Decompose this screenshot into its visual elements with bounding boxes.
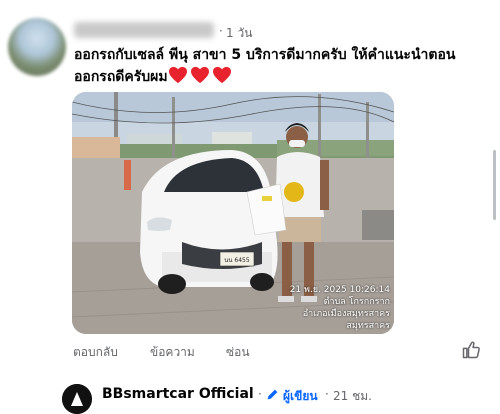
page-logo-icon xyxy=(62,384,92,414)
heart-icon xyxy=(190,66,209,84)
thumbs-up-icon[interactable] xyxy=(461,340,481,360)
comment-text-line2-wrap: ออกรถดีครับผม xyxy=(74,66,486,91)
heart-icon xyxy=(168,66,187,84)
separator-dot: · xyxy=(325,387,329,401)
separator-dot: · xyxy=(219,24,223,38)
reply-button[interactable]: ตอบกลับ xyxy=(73,343,118,362)
heart-emojis xyxy=(168,66,234,91)
reply-timestamp[interactable]: 21 ชม. xyxy=(333,387,372,406)
license-plate-text: นน 6455 xyxy=(224,257,250,264)
comment-text-line1: ออกรถกับเซลล์ พีนุ สาขา 5 บริการดีมากครั… xyxy=(74,47,456,63)
pen-icon xyxy=(267,389,278,400)
commenter-avatar[interactable] xyxy=(8,18,66,76)
photo-location-line3: สมุทรสาคร xyxy=(346,321,390,331)
commenter-name-blurred[interactable] xyxy=(74,22,214,38)
comment-text: ออกรถกับเซลล์ พีนุ สาขา 5 บริการดีมากครั… xyxy=(74,44,486,91)
comment-text-line2: ออกรถดีครับผม xyxy=(74,69,168,85)
comment-timestamp[interactable]: 1 วัน xyxy=(226,24,252,43)
heart-icon xyxy=(212,66,231,84)
message-button[interactable]: ข้อความ xyxy=(150,343,195,362)
separator-dot: · xyxy=(258,387,262,401)
hide-button[interactable]: ซ่อน xyxy=(226,343,250,362)
author-badge: ผู้เขียน xyxy=(283,389,318,403)
scrollbar-thumb[interactable] xyxy=(493,150,496,220)
page-avatar[interactable] xyxy=(62,384,92,414)
attached-photo[interactable]: นน 6455 21 พ.ย. 2025 10:26:14 ตำบล โกรกก… xyxy=(72,92,394,334)
